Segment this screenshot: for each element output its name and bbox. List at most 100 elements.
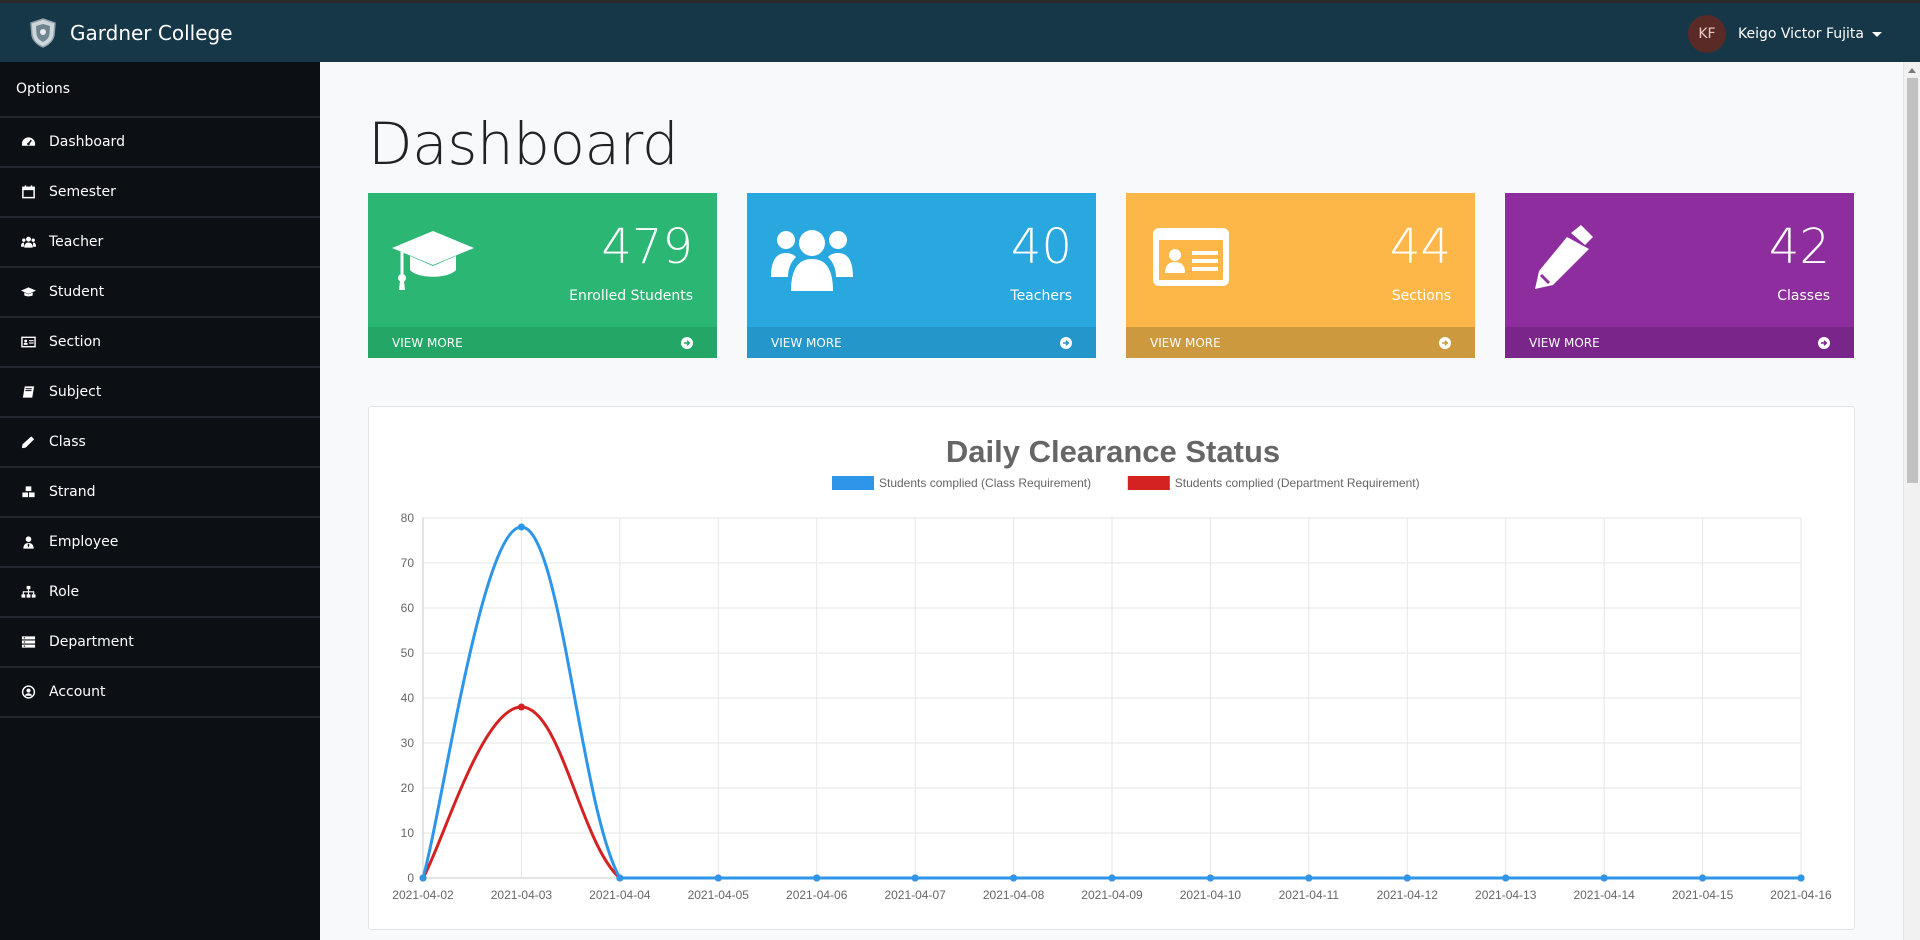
user-menu[interactable]: KF Keigo Victor Fujita [1687,15,1882,53]
sidebar-item-department[interactable]: Department [0,618,320,668]
x-tick-label: 2021-04-02 [392,888,454,902]
y-tick-label: 10 [401,826,415,840]
graduation-cap-icon [392,231,474,290]
brand[interactable]: Gardner College [28,17,233,49]
sidebar-item-label: Semester [49,184,116,200]
view-more-label: VIEW MORE [771,335,842,350]
x-tick-label: 2021-04-11 [1279,888,1340,902]
cubes-icon [20,485,36,499]
sidebar-item-label: Employee [49,534,119,550]
data-point [1797,874,1805,882]
x-tick-label: 2021-04-09 [1081,888,1143,902]
y-tick-label: 20 [401,781,415,795]
sidebar-item-label: Department [49,634,134,650]
arrow-circle-right-icon [681,336,693,349]
arrow-circle-right-icon [1818,336,1830,349]
sidebar-item-account[interactable]: Account [0,668,320,718]
data-point [1502,874,1510,882]
y-tick-label: 30 [401,736,415,750]
view-more-label: VIEW MORE [1529,335,1600,350]
x-tick-label: 2021-04-15 [1672,888,1734,902]
top-navbar: Gardner College KF Keigo Victor Fujita [0,0,1920,62]
sidebar-item-label: Teacher [49,234,104,250]
sidebar-item-section[interactable]: Section [0,318,320,368]
card-sections: 44 Sections VIEW MORE [1126,193,1475,358]
x-tick-label: 2021-04-06 [786,888,848,902]
x-tick-label: 2021-04-04 [589,888,651,902]
card-count: 44 [1389,219,1451,275]
avatar[interactable]: KF [1687,15,1726,53]
chart-title: Daily Clearance Status [946,434,1280,469]
card-label: Sections [1391,288,1451,304]
x-tick-label: 2021-04-05 [688,888,750,902]
sidebar-item-label: Strand [49,484,96,500]
y-tick-label: 50 [401,646,415,660]
pencil-icon [20,435,36,449]
x-tick-label: 2021-04-13 [1475,888,1537,902]
view-more-link[interactable]: VIEW MORE [1126,327,1475,358]
arrow-circle-right-icon [1439,336,1451,349]
data-point [1305,874,1313,882]
x-tick-label: 2021-04-16 [1770,888,1832,902]
scroll-up-arrow-icon[interactable] [1908,68,1916,73]
shield-crest-icon [30,17,56,48]
page-scrollbar[interactable] [1903,62,1920,940]
y-tick-label: 60 [401,601,415,615]
legend-label: Students complied (Department Requiremen… [1175,476,1420,490]
sidebar-item-teacher[interactable]: Teacher [0,218,320,268]
user-name[interactable]: Keigo Victor Fujita [1738,26,1864,42]
card-label: Classes [1777,288,1830,304]
calendar-icon [20,185,36,199]
view-more-link[interactable]: VIEW MORE [1505,327,1854,358]
pencil-icon [1535,225,1593,289]
book-icon [20,385,36,399]
sidebar-item-semester[interactable]: Semester [0,168,320,218]
sidebar-item-label: Role [49,584,80,600]
legend-label: Students complied (Class Requirement) [879,476,1091,490]
users-icon [771,230,853,291]
view-more-link[interactable]: VIEW MORE [747,327,1096,358]
brand-name: Gardner College [70,20,233,45]
data-point [616,874,624,882]
sidebar-item-subject[interactable]: Subject [0,368,320,418]
sidebar-item-strand[interactable]: Strand [0,468,320,518]
card-enrolled-students: 479 Enrolled Students VIEW MORE [368,193,717,358]
sidebar-item-class[interactable]: Class [0,418,320,468]
legend-swatch [832,476,874,490]
user-tie-icon [20,535,36,549]
view-more-label: VIEW MORE [1150,335,1221,350]
y-tick-label: 40 [401,691,415,705]
data-point [911,874,919,882]
sidebar-item-employee[interactable]: Employee [0,518,320,568]
data-point [1403,874,1411,882]
data-point [517,703,525,711]
sidebar-item-label: Section [49,334,102,350]
sidebar-title: Options [0,62,320,118]
data-point [1600,874,1608,882]
scroll-thumb[interactable] [1907,78,1918,483]
users-icon [20,235,36,249]
y-tick-label: 80 [401,511,415,525]
data-point [517,523,525,531]
sidebar-item-role[interactable]: Role [0,568,320,618]
graduation-cap-icon [20,285,36,299]
data-point [714,874,722,882]
card-count: 40 [1010,219,1072,275]
card-label: Teachers [1010,288,1072,304]
sitemap-icon [20,585,36,599]
x-tick-label: 2021-04-12 [1377,888,1439,902]
view-more-link[interactable]: VIEW MORE [368,327,717,358]
sidebar-item-dashboard[interactable]: Dashboard [0,118,320,168]
card-classes: 42 Classes VIEW MORE [1505,193,1854,358]
chart-panel: Daily Clearance Status Students complied … [368,406,1855,930]
tachometer-icon [20,135,36,149]
sidebar-item-label: Subject [49,384,102,400]
view-more-label: VIEW MORE [392,335,463,350]
sidebar-item-student[interactable]: Student [0,268,320,318]
daily-clearance-chart: Daily Clearance Status Students complied … [392,434,1832,902]
y-tick-label: 70 [401,556,415,570]
data-point [1206,874,1214,882]
legend-swatch [1127,476,1170,490]
caret-down-icon[interactable] [1872,31,1882,37]
y-tick-label: 0 [407,871,414,885]
